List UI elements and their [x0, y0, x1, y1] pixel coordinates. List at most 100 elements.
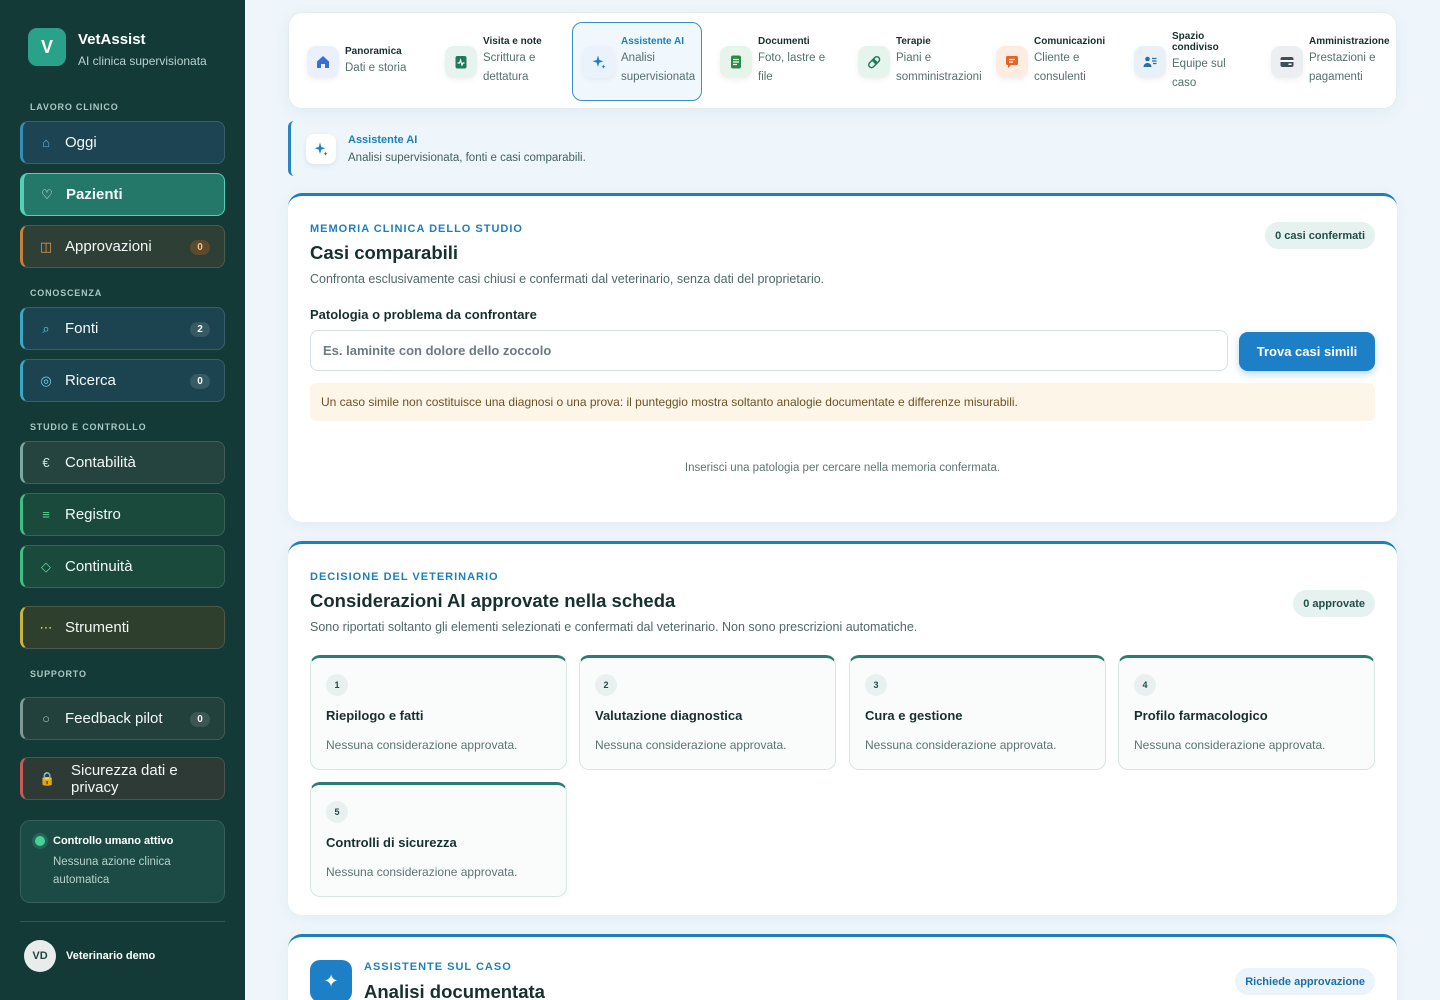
user-profile[interactable]: VD Veterinario demo [24, 940, 155, 972]
similar-case-warning: Un caso simile non costituisce una diagn… [310, 383, 1375, 421]
sidebar-item-label: Approvazioni [65, 238, 152, 255]
card-eyebrow: ASSISTENTE SUL CASO [364, 961, 512, 973]
section-subtitle: Analisi supervisionata, fonti e casi com… [348, 151, 586, 164]
consideration-title: Riepilogo e fatti [326, 708, 424, 723]
pathology-search-input[interactable] [310, 330, 1228, 371]
sidebar-item-label: Registro [65, 506, 121, 523]
sidebar-item-label: Ricerca [65, 372, 116, 389]
find-similar-cases-button[interactable]: Trova casi simili [1239, 332, 1375, 371]
card-eyebrow: MEMORIA CLINICA DELLO STUDIO [310, 223, 523, 235]
card-eyebrow: DECISIONE DEL VETERINARIO [310, 571, 499, 583]
target-icon: ◎ [40, 372, 52, 388]
sidebar-item-label: Continuità [65, 558, 133, 575]
document-icon [720, 45, 752, 78]
sidebar-item-feedback[interactable]: ○ Feedback pilot 0 [20, 697, 225, 740]
tab-visita[interactable]: Visita e note Scrittura e dettatura [435, 22, 565, 101]
consideration-text: Nessuna considerazione approvata. [326, 865, 518, 879]
tab-subtitle: Equipe sul caso [1172, 57, 1226, 89]
sidebar-item-label: Fonti [65, 320, 99, 337]
requires-approval-badge: Richiede approvazione [1235, 968, 1375, 995]
tab-title: Comunicazioni [1034, 36, 1106, 47]
more-icon: ⋯ [39, 619, 53, 635]
tab-terapie[interactable]: Terapie Piani e somministrazioni [848, 22, 982, 101]
tab-documenti[interactable]: Documenti Foto, lastre e file [710, 22, 840, 101]
tab-spazio-condiviso[interactable]: Spazio condiviso Equipe sul caso [1124, 22, 1254, 101]
approved-count-badge: 0 approvate [1293, 590, 1375, 617]
tab-subtitle: Piani e somministrazioni [896, 52, 982, 83]
sidebar-item-continuita[interactable]: ◇ Continuità [20, 545, 225, 588]
tab-assistente-ai[interactable]: Assistente AI Analisi supervisionata [572, 22, 702, 101]
heart-icon: ♡ [41, 186, 53, 202]
sparkle-icon: ✦ [310, 960, 352, 1000]
consideration-title: Valutazione diagnostica [595, 708, 743, 723]
section-title: Assistente AI [348, 133, 418, 146]
brand-subtitle: AI clinica supervisionata [78, 54, 207, 68]
brand[interactable]: V VetAssist AI clinica supervisionata [28, 28, 207, 68]
feedback-count-badge: 0 [190, 712, 210, 727]
confirmed-cases-badge: 0 casi confermati [1265, 222, 1375, 249]
status-dot-icon [35, 836, 45, 846]
tab-comunicazioni[interactable]: Comunicazioni Cliente e consulenti [986, 22, 1116, 101]
sidebar-item-approvazioni[interactable]: ◫ Approvazioni 0 [20, 225, 225, 268]
search-icon: ⌕ [42, 320, 50, 336]
case-assistant-card: ✦ ASSISTENTE SUL CASO Analisi documentat… [288, 934, 1397, 1000]
consideration-number: 5 [326, 801, 348, 823]
control-text: Nessuna azione clinica automatica [53, 856, 171, 886]
sidebar-item-registro[interactable]: ≡ Registro [20, 493, 225, 536]
comparable-cases-card: MEMORIA CLINICA DELLO STUDIO Casi compar… [288, 193, 1397, 522]
sidebar-item-contabilita[interactable]: € Contabilità [20, 441, 225, 484]
control-title: Controllo umano attivo [53, 835, 174, 847]
home-icon: ⌂ [42, 135, 50, 150]
consideration-text: Nessuna considerazione approvata. [865, 738, 1057, 752]
sidebar-item-strumenti[interactable]: ⋯ Strumenti [20, 606, 225, 649]
sidebar-item-ricerca[interactable]: ◎ Ricerca 0 [20, 359, 225, 402]
pill-icon [858, 45, 890, 78]
consideration-title: Profilo farmacologico [1134, 708, 1268, 723]
sidebar-item-label: Sicurezza dati e privacy [71, 761, 178, 796]
card-description: Sono riportati soltanto gli elementi sel… [310, 620, 918, 634]
home-icon [307, 45, 339, 78]
tab-title: Spazio condiviso [1172, 30, 1219, 53]
consideration-number: 3 [865, 674, 887, 696]
tab-subtitle: Scrittura e dettatura [483, 52, 536, 83]
sidebar-item-pazienti[interactable]: ♡ Pazienti [20, 173, 225, 216]
tab-panoramica[interactable]: Panoramica Dati e storia [297, 22, 427, 101]
wallet-icon [1271, 45, 1303, 78]
card-title: Casi comparabili [310, 242, 459, 263]
section-label-support: SUPPORTO [30, 669, 87, 679]
sidebar-item-fonti[interactable]: ⌕ Fonti 2 [20, 307, 225, 350]
tab-title: Documenti [758, 36, 810, 47]
sidebar-item-label: Contabilità [65, 454, 136, 471]
sidebar-item-label: Feedback pilot [65, 710, 163, 727]
pathology-field-label: Patologia o problema da confrontare [310, 307, 537, 322]
consideration-card: 5 Controlli di sicurezza Nessuna conside… [310, 782, 567, 897]
brand-logo: V [28, 28, 66, 66]
tab-amministrazione[interactable]: Amministrazione Prestazioni e pagamenti [1261, 22, 1391, 101]
lock-icon: 🔒 [39, 771, 56, 786]
tab-title: Assistente AI [621, 36, 684, 47]
card-description: Confronta esclusivamente casi chiusi e c… [310, 272, 825, 286]
list-icon: ≡ [42, 507, 50, 522]
sparkle-icon [306, 133, 336, 164]
section-label-knowledge: CONOSCENZA [30, 288, 103, 298]
tab-subtitle: Foto, lastre e file [758, 52, 826, 83]
sidebar-item-label: Strumenti [65, 619, 130, 636]
sidebar-item-label: Oggi [65, 134, 97, 151]
circle-icon: ○ [42, 711, 50, 726]
sparkle-icon [583, 45, 615, 78]
book-icon: ◫ [39, 238, 53, 254]
tab-subtitle: Prestazioni e pagamenti [1309, 52, 1376, 83]
sidebar-item-oggi[interactable]: ⌂ Oggi [20, 121, 225, 164]
sidebar-item-label: Pazienti [66, 186, 123, 203]
tab-subtitle: Cliente e consulenti [1034, 52, 1086, 83]
card-title: Analisi documentata [364, 981, 545, 1000]
consideration-text: Nessuna considerazione approvata. [326, 738, 518, 752]
consideration-number: 4 [1134, 674, 1156, 696]
patient-tab-bar: Panoramica Dati e storia Visita e note S… [288, 12, 1397, 109]
sidebar-item-sicurezza[interactable]: 🔒 Sicurezza dati e privacy [20, 757, 225, 800]
brand-name: VetAssist [78, 31, 146, 48]
diamond-icon: ◇ [41, 558, 51, 574]
tab-subtitle: Analisi supervisionata [621, 52, 696, 83]
section-header: Assistente AI Analisi supervisionata, fo… [288, 121, 688, 176]
consideration-number: 2 [595, 674, 617, 696]
